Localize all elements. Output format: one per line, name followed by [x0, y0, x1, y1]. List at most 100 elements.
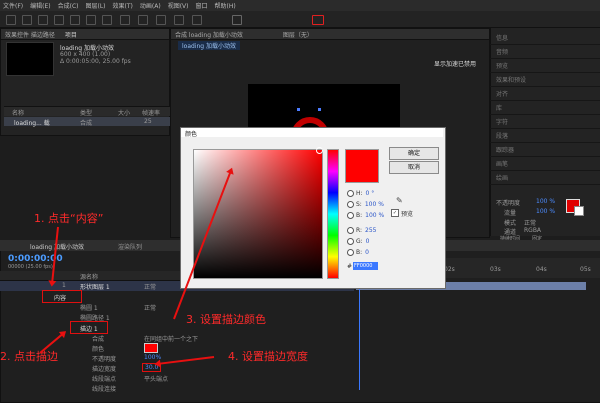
- mode-value[interactable]: 正常: [524, 218, 536, 227]
- type-tool-icon[interactable]: [156, 15, 166, 25]
- menu-window[interactable]: 窗口: [195, 1, 207, 10]
- flow-value[interactable]: 100 %: [536, 208, 555, 215]
- zoom-tool-icon[interactable]: [54, 15, 64, 25]
- effects-controls-tab[interactable]: 效果控件 描边路径: [5, 30, 55, 39]
- stroke-color-swatch[interactable]: [144, 343, 158, 353]
- brush-tool-icon[interactable]: [174, 15, 184, 25]
- ellipse-mode[interactable]: 正常: [144, 303, 156, 312]
- menu-layer[interactable]: 图层(L): [86, 1, 106, 10]
- linecap-value[interactable]: 平头端点: [144, 374, 168, 383]
- composition-tab[interactable]: 合成 loading 加载小动效: [175, 30, 243, 39]
- saturation-field[interactable]: S: 100 %: [347, 201, 384, 208]
- stroke-row[interactable]: 描边 1: [0, 323, 354, 333]
- color-picker-cursor[interactable]: [316, 147, 323, 154]
- preview-label: 预览: [401, 211, 414, 218]
- rectangle-tool-icon[interactable]: [120, 15, 130, 25]
- panel-align[interactable]: 对齐: [490, 86, 600, 101]
- red-field[interactable]: R: 255: [347, 227, 376, 234]
- color-label: 颜色: [92, 346, 105, 353]
- project-row-name: loading... 载: [14, 120, 50, 127]
- green-field[interactable]: G: 0: [347, 238, 370, 245]
- panel-preview[interactable]: 预览: [490, 58, 600, 73]
- stroke-swatch-icon[interactable]: [312, 15, 324, 25]
- brightness-field[interactable]: B: 100 %: [347, 212, 384, 219]
- layer-name[interactable]: 形状图层 1: [80, 282, 110, 291]
- layer-tab[interactable]: 图层（无）: [283, 30, 313, 39]
- highlight-contents: [42, 290, 82, 303]
- hue-field[interactable]: H: 0 °: [347, 190, 374, 197]
- menu-help[interactable]: 帮助(H): [215, 1, 236, 10]
- channel-value[interactable]: RGBA: [524, 227, 541, 234]
- panel-paragraph[interactable]: 段落: [490, 128, 600, 143]
- ruler-04s: 04s: [536, 266, 547, 273]
- preview-checkbox[interactable]: ✓: [391, 209, 399, 217]
- opacity-value[interactable]: 100 %: [536, 198, 555, 205]
- opacity-label: 不透明度: [496, 200, 521, 207]
- anchor-handle-right[interactable]: [318, 108, 321, 111]
- col-size[interactable]: 大小: [118, 108, 130, 117]
- pin-tool-icon[interactable]: [192, 15, 202, 25]
- panel-brushes[interactable]: 画笔: [490, 156, 600, 171]
- project-row-rate: 25: [144, 118, 152, 125]
- render-queue-tab[interactable]: 渲染队列: [118, 242, 142, 251]
- annotation-step1: 1. 点击“内容”: [34, 212, 104, 225]
- selection-tool-icon[interactable]: [22, 15, 32, 25]
- menu-composition[interactable]: 合成(C): [58, 1, 79, 10]
- panel-effects-presets[interactable]: 效果和预设: [490, 72, 600, 87]
- panel-info[interactable]: 信息: [490, 30, 600, 45]
- cancel-button[interactable]: 取消: [389, 161, 439, 174]
- stroke-opacity-label: 不透明度: [92, 356, 117, 363]
- camera-tool-icon[interactable]: [86, 15, 96, 25]
- col-type[interactable]: 类型: [80, 108, 92, 117]
- menu-view[interactable]: 视图(V): [168, 1, 189, 10]
- new-color-preview: [345, 149, 379, 183]
- menu-edit[interactable]: 编辑(E): [30, 1, 50, 10]
- hex-input[interactable]: FF0000: [353, 262, 378, 270]
- hex-label: #: [347, 263, 353, 270]
- fill-icon[interactable]: [232, 15, 242, 25]
- project-row[interactable]: loading... 载 合成 25: [4, 117, 178, 127]
- col-source-name[interactable]: 源名称: [80, 272, 98, 281]
- eyedropper-icon[interactable]: ✎: [396, 196, 403, 205]
- stroke-width-row[interactable]: 描边宽度: [0, 363, 354, 373]
- annotation-step3: 3. 设置描边颜色: [186, 313, 266, 326]
- panel-character[interactable]: 字符: [490, 114, 600, 129]
- ok-button[interactable]: 确定: [389, 147, 439, 160]
- color-dialog-titlebar: 颜色: [181, 128, 443, 138]
- hue-slider[interactable]: [327, 149, 339, 279]
- project-columns: 名称 类型 大小 帧速率: [4, 106, 178, 117]
- highlight-stroke: [70, 321, 108, 334]
- composite-label: 合成: [92, 336, 105, 343]
- rotate-tool-icon[interactable]: [70, 15, 80, 25]
- col-name[interactable]: 名称: [12, 108, 24, 117]
- composite-value[interactable]: 在同组中前一个之下: [144, 334, 198, 343]
- menu-effect[interactable]: 效果(T): [113, 1, 133, 10]
- menu-bar: 文件(F) 编辑(E) 合成(C) 图层(L) 效果(T) 动画(A) 视图(V…: [0, 0, 600, 11]
- pan-tool-icon[interactable]: [102, 15, 112, 25]
- menu-animation[interactable]: 动画(A): [140, 1, 161, 10]
- menu-file[interactable]: 文件(F): [3, 1, 23, 10]
- flow-label: 流量: [504, 210, 517, 217]
- anchor-handle-left[interactable]: [297, 108, 300, 111]
- project-tab[interactable]: 项目: [65, 30, 77, 39]
- layer-mode[interactable]: 正常: [144, 282, 156, 291]
- blue-field[interactable]: B: 0: [347, 249, 369, 256]
- linejoin-label: 线段连接: [92, 386, 117, 393]
- ellipse-group-label[interactable]: 椭圆 1: [80, 303, 98, 312]
- ruler-05s: 05s: [580, 266, 591, 273]
- col-framerate[interactable]: 帧速率: [142, 108, 160, 117]
- panel-audio[interactable]: 音频: [490, 44, 600, 59]
- ruler-03s: 03s: [490, 266, 501, 273]
- hand-tool-icon[interactable]: [38, 15, 48, 25]
- linejoin-row[interactable]: 线段连接: [0, 383, 354, 393]
- home-tool-icon[interactable]: [6, 15, 16, 25]
- viewer-active-tab[interactable]: loading 加载小动效: [178, 41, 241, 50]
- brush-bg-swatch[interactable]: [574, 206, 584, 216]
- pen-tool-icon[interactable]: [138, 15, 148, 25]
- panel-library[interactable]: 库: [490, 100, 600, 115]
- panel-paint[interactable]: 绘画: [490, 170, 600, 185]
- linecap-row[interactable]: 线段端点 平头端点: [0, 373, 354, 383]
- panel-tracker[interactable]: 跟踪器: [490, 142, 600, 157]
- project-row-type: 合成: [80, 120, 93, 127]
- playhead[interactable]: [359, 278, 360, 390]
